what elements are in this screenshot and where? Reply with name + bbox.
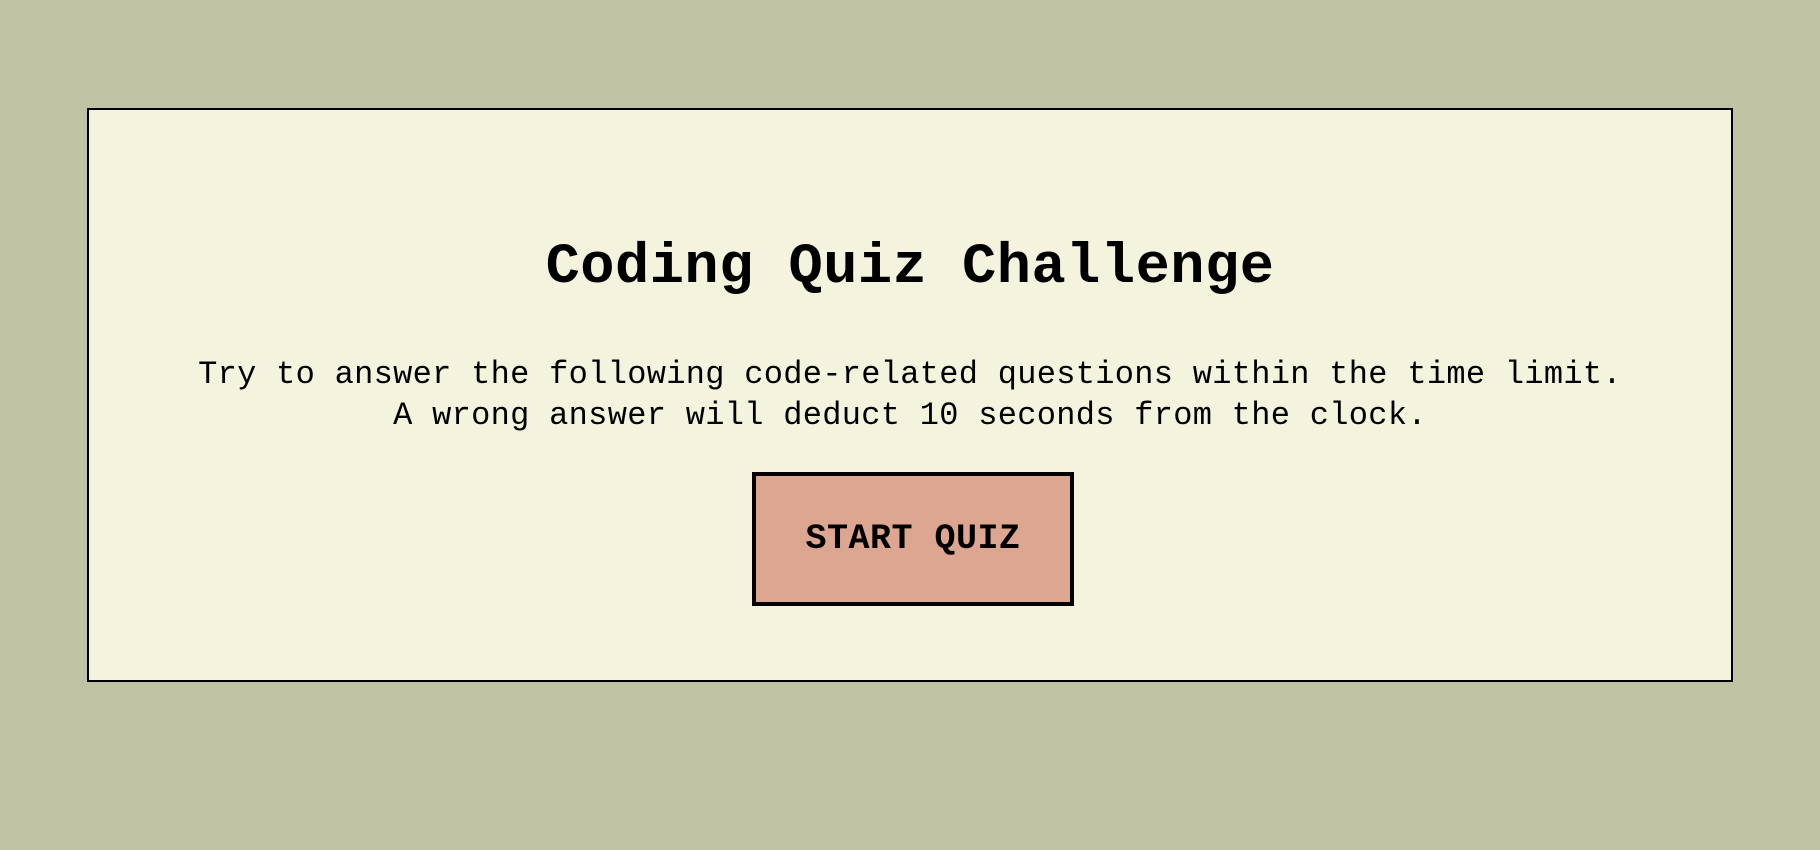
quiz-intro-card: Coding Quiz Challenge Try to answer the …	[87, 108, 1733, 682]
quiz-description: Try to answer the following code-related…	[198, 356, 1622, 434]
start-quiz-button[interactable]: START QUIZ	[752, 472, 1074, 606]
quiz-title: Coding Quiz Challenge	[545, 236, 1275, 300]
